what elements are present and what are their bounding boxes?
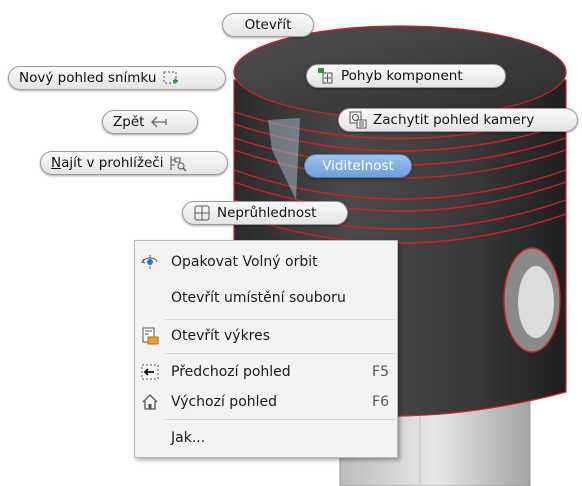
- context-menu: Opakovat Volný orbit Otevřít umístění so…: [134, 240, 398, 458]
- menu-item-shortcut: F6: [372, 394, 389, 410]
- open-button[interactable]: Otevřít: [222, 13, 314, 37]
- menu-item-label: Opakovat Volný orbit: [171, 254, 318, 270]
- home-view-icon: [141, 393, 159, 411]
- move-components-icon: [317, 67, 335, 85]
- menu-item-open-drawing[interactable]: Otevřít výkres: [135, 323, 397, 349]
- menu-item-label: Výchozí pohled: [171, 394, 278, 410]
- menu-item-repeat-free-orbit[interactable]: Opakovat Volný orbit: [135, 249, 397, 275]
- menu-item-how-to[interactable]: Jak...: [135, 425, 397, 451]
- drawing-icon: [141, 327, 159, 345]
- menu-item-shortcut: F5: [372, 364, 389, 380]
- opacity-label: Neprůhlednost: [217, 205, 317, 221]
- menu-separator: [165, 353, 395, 354]
- opacity-icon: [193, 204, 211, 222]
- menu-item-label: Předchozí pohled: [171, 364, 291, 380]
- find-in-browser-icon: [169, 154, 187, 172]
- free-orbit-icon: [141, 253, 159, 271]
- back-label: Zpět: [113, 114, 145, 130]
- move-components-button[interactable]: Pohyb komponent: [306, 64, 506, 88]
- visibility-button[interactable]: Viditelnost: [304, 154, 412, 178]
- previous-view-icon: [141, 363, 159, 381]
- menu-item-label: Otevřít umístění souboru: [171, 290, 346, 306]
- find-in-browser-label: Najít v prohlížeči: [51, 155, 164, 171]
- snapshot-view-icon: [162, 69, 180, 87]
- move-components-label: Pohyb komponent: [341, 68, 463, 84]
- visibility-label: Viditelnost: [322, 158, 394, 174]
- menu-item-previous-view[interactable]: Předchozí pohled F5: [135, 359, 397, 385]
- capture-camera-view-button[interactable]: Zachytit pohled kamery: [338, 108, 578, 132]
- menu-item-open-file-location[interactable]: Otevřít umístění souboru: [135, 285, 397, 311]
- back-arrow-icon: [150, 113, 168, 131]
- new-snapshot-view-button[interactable]: Nový pohled snímku: [8, 66, 226, 90]
- find-in-browser-button[interactable]: Najít v prohlížeči: [40, 151, 228, 175]
- menu-item-home-view[interactable]: Výchozí pohled F6: [135, 389, 397, 415]
- capture-camera-view-label: Zachytit pohled kamery: [373, 112, 535, 128]
- menu-item-label: Jak...: [171, 430, 206, 446]
- menu-item-label: Otevřít výkres: [171, 328, 271, 344]
- menu-separator: [165, 419, 395, 420]
- model-viewport[interactable]: Otevřít Nový pohled snímku Pohyb kompone…: [0, 0, 582, 486]
- camera-view-icon: [349, 111, 367, 129]
- find-in-browser-label-rest: ajít v prohlížeči: [61, 155, 164, 171]
- open-label: Otevřít: [244, 17, 292, 33]
- new-snapshot-view-label: Nový pohled snímku: [19, 70, 157, 86]
- back-button[interactable]: Zpět: [102, 110, 198, 134]
- opacity-button[interactable]: Neprůhlednost: [182, 201, 348, 225]
- menu-separator: [165, 319, 395, 320]
